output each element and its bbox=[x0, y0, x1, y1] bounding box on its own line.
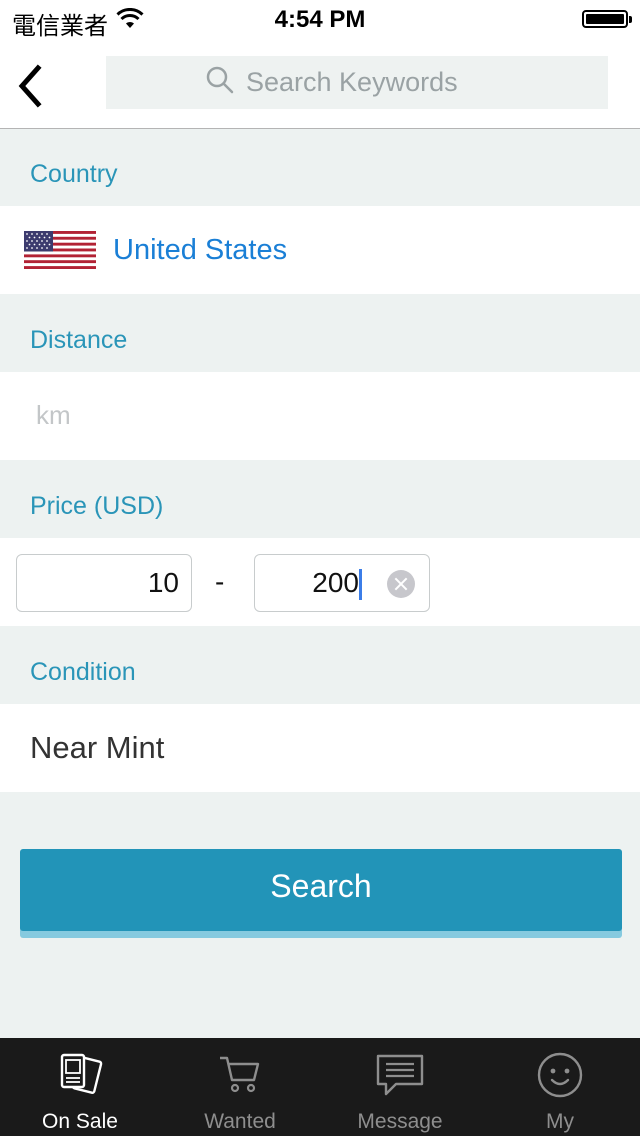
status-bar: 電信業者 4:54 PM bbox=[0, 0, 640, 40]
tab-message[interactable]: Message bbox=[320, 1038, 480, 1136]
price-max-box bbox=[254, 554, 430, 612]
tab-label: My bbox=[546, 1110, 574, 1133]
price-min-box bbox=[16, 554, 192, 612]
tab-label: Wanted bbox=[204, 1110, 276, 1133]
condition-label: Condition bbox=[30, 658, 136, 686]
price-min-input[interactable] bbox=[27, 555, 179, 611]
smiley-icon bbox=[537, 1052, 583, 1098]
status-time: 4:54 PM bbox=[274, 6, 366, 33]
search-icon bbox=[206, 66, 234, 99]
search-bar[interactable] bbox=[106, 56, 608, 109]
search-input[interactable] bbox=[244, 66, 508, 99]
price-separator: - bbox=[215, 566, 225, 597]
price-label: Price (USD) bbox=[30, 492, 164, 520]
navigation-bar bbox=[0, 40, 640, 129]
country-selector[interactable]: United States bbox=[0, 206, 640, 294]
tab-label: On Sale bbox=[42, 1110, 118, 1133]
tab-wanted[interactable]: Wanted bbox=[160, 1038, 320, 1136]
text-cursor bbox=[359, 569, 362, 600]
country-label: Country bbox=[30, 160, 118, 188]
tab-on-sale[interactable]: On Sale bbox=[0, 1038, 160, 1136]
cards-icon bbox=[60, 1053, 103, 1094]
distance-row bbox=[0, 372, 640, 460]
clear-icon[interactable] bbox=[387, 570, 415, 598]
tab-bar: On Sale Wanted Message My bbox=[0, 1038, 640, 1136]
price-max-input[interactable] bbox=[265, 555, 359, 611]
search-button[interactable]: Search bbox=[20, 849, 622, 931]
battery-icon bbox=[582, 10, 632, 28]
tab-label: Message bbox=[357, 1110, 443, 1133]
distance-label: Distance bbox=[30, 326, 128, 354]
back-button[interactable] bbox=[14, 64, 48, 108]
message-icon bbox=[376, 1054, 424, 1096]
tab-my[interactable]: My bbox=[480, 1038, 640, 1136]
condition-selector[interactable]: Near Mint bbox=[0, 704, 640, 792]
price-row: - bbox=[0, 538, 640, 626]
country-value: United States bbox=[113, 234, 288, 266]
chevron-left-icon bbox=[18, 64, 42, 108]
cart-icon bbox=[220, 1056, 260, 1093]
condition-value: Near Mint bbox=[30, 730, 165, 765]
distance-input[interactable] bbox=[36, 400, 436, 431]
us-flag-icon bbox=[24, 231, 96, 274]
